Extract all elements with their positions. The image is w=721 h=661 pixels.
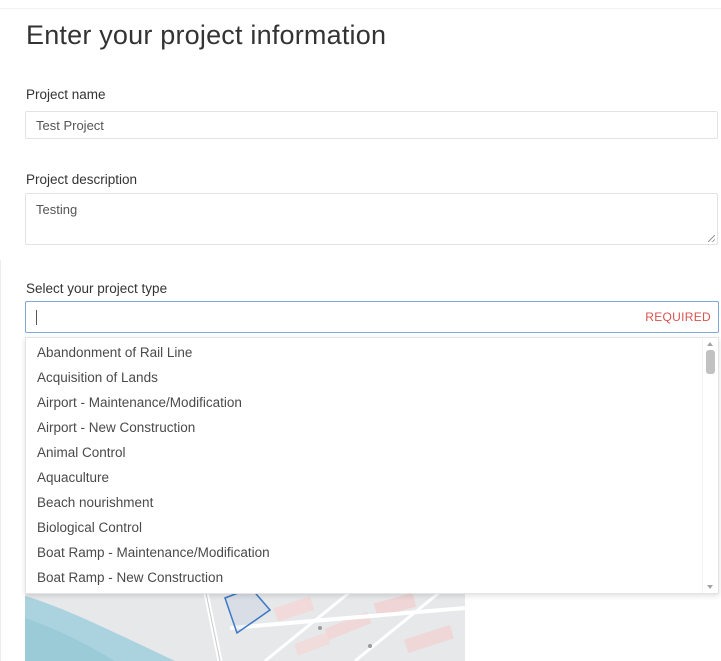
dropdown-option-acquisition-of-lands[interactable]: Acquisition of Lands (26, 365, 718, 390)
dropdown-option-boat-ramp-maintenance[interactable]: Boat Ramp - Maintenance/Modification (26, 540, 718, 565)
project-description-label: Project description (26, 172, 138, 187)
dropdown-option-beach-nourishment[interactable]: Beach nourishment (26, 490, 718, 515)
project-type-label: Select your project type (26, 281, 168, 296)
chevron-down-icon[interactable] (707, 585, 713, 589)
project-type-options: Abandonment of Rail Line Acquisition of … (26, 338, 718, 590)
project-type-combobox[interactable]: REQUIRED (25, 301, 719, 333)
text-caret (36, 310, 37, 325)
dropdown-option-boat-ramp-new-construction[interactable]: Boat Ramp - New Construction (26, 565, 718, 590)
dropdown-option-biological-control[interactable]: Biological Control (26, 515, 718, 540)
dropdown-option-animal-control[interactable]: Animal Control (26, 440, 718, 465)
project-name-label: Project name (26, 87, 106, 102)
map-preview[interactable] (25, 588, 465, 661)
resize-grip-icon[interactable] (708, 235, 715, 242)
project-name-input[interactable] (25, 111, 718, 139)
page-title: Enter your project information (26, 20, 387, 50)
dropdown-scrollbar[interactable] (702, 338, 718, 593)
project-description-wrapper: Testing (25, 193, 718, 245)
top-edge (0, 0, 721, 9)
dropdown-option-airport-maintenance[interactable]: Airport - Maintenance/Modification (26, 390, 718, 415)
dropdown-option-airport-new-construction[interactable]: Airport - New Construction (26, 415, 718, 440)
left-border (0, 260, 1, 661)
chevron-up-icon[interactable] (707, 342, 713, 346)
required-badge: REQUIRED (645, 310, 711, 324)
dropdown-option-aquaculture[interactable]: Aquaculture (26, 465, 718, 490)
dropdown-option-abandonment-of-rail-line[interactable]: Abandonment of Rail Line (26, 340, 718, 365)
project-description-textarea[interactable]: Testing (26, 194, 717, 244)
project-type-dropdown: Abandonment of Rail Line Acquisition of … (25, 337, 719, 594)
scroll-thumb[interactable] (706, 350, 715, 374)
project-info-page: Enter your project information Project n… (0, 0, 721, 661)
project-type-input[interactable] (26, 302, 646, 332)
map-tiles (25, 588, 465, 661)
